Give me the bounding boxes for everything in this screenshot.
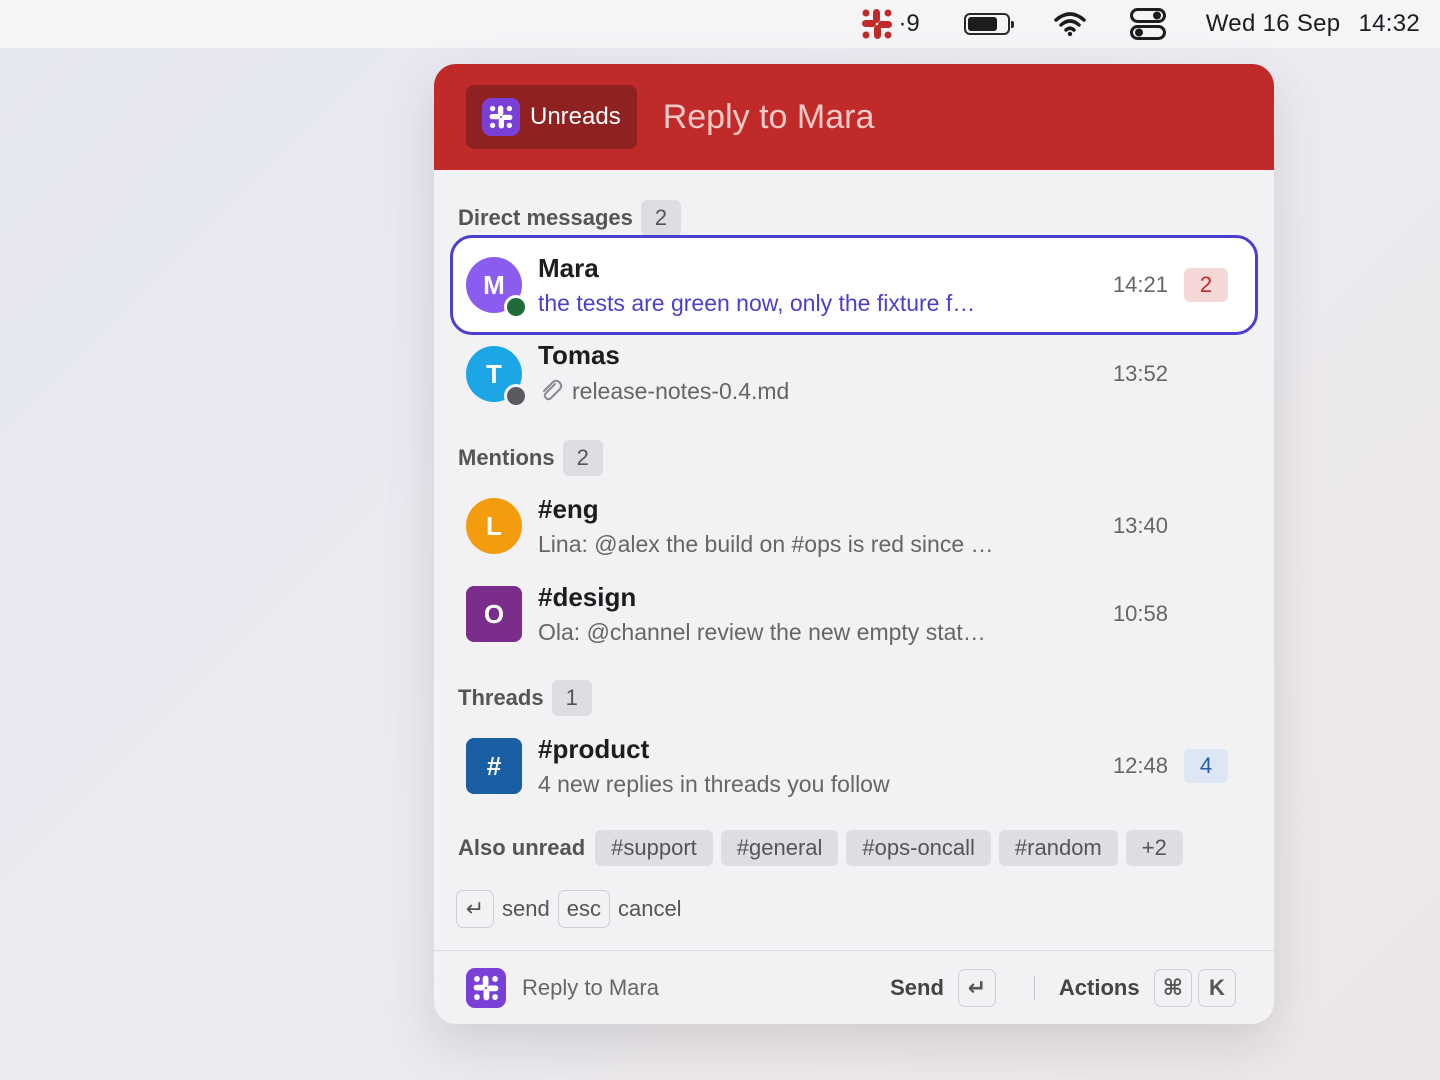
paperclip-icon bbox=[538, 377, 564, 409]
slack-app-icon bbox=[466, 967, 506, 1008]
control-center-icon[interactable] bbox=[1129, 8, 1166, 40]
tag-ops-oncall[interactable]: #ops-oncall bbox=[846, 830, 991, 866]
list-item-eng[interactable]: L #eng Lina: @alex the build on #ops is … bbox=[450, 476, 1258, 576]
presence-dot bbox=[504, 295, 528, 319]
avatar: # bbox=[466, 738, 522, 794]
esc-key: esc bbox=[557, 890, 610, 928]
slack-app-icon bbox=[482, 98, 520, 136]
cmd-key: ⌘ bbox=[1153, 968, 1192, 1007]
footer-title: Reply to Mara bbox=[522, 974, 659, 1000]
row-time: 10:58 bbox=[1112, 601, 1168, 626]
cancel-hint: cancel bbox=[617, 896, 682, 921]
also-unread-label: Also unread bbox=[458, 835, 586, 860]
enter-key: ↵ bbox=[456, 890, 494, 928]
section-count: 1 bbox=[551, 680, 592, 716]
avatar: O bbox=[466, 586, 522, 642]
list-item-product[interactable]: # #product 4 new replies in threads you … bbox=[450, 716, 1258, 816]
battery-icon[interactable] bbox=[963, 13, 1014, 35]
enter-key: ↵ bbox=[957, 968, 996, 1007]
avatar: L bbox=[466, 498, 522, 554]
section-label: Mentions bbox=[458, 445, 555, 470]
unreads-chip-label: Unreads bbox=[530, 103, 621, 130]
unreads-chip[interactable]: Unreads bbox=[466, 85, 637, 149]
also-unread: Also unread #support #general #ops-oncal… bbox=[458, 830, 1183, 866]
section-label: Direct messages bbox=[458, 205, 633, 230]
divider bbox=[1033, 975, 1035, 1000]
actions-button[interactable]: Actions ⌘ K bbox=[1059, 968, 1274, 1007]
list-item-tomas[interactable]: T Tomas release-notes-0.4.md 13:52 bbox=[450, 324, 1258, 424]
wifi-icon[interactable] bbox=[1054, 11, 1086, 37]
tag-more[interactable]: +2 bbox=[1125, 830, 1183, 866]
panel-title: Reply to Mara bbox=[662, 97, 875, 136]
keyboard-hints: ↵ send esc cancel bbox=[456, 890, 682, 928]
section-count: 2 bbox=[562, 440, 603, 476]
k-key: K bbox=[1198, 968, 1236, 1007]
slack-unread-count: ·9 bbox=[898, 10, 920, 37]
menubar-slack-item[interactable]: ·9 bbox=[860, 7, 920, 41]
row-time: 13:40 bbox=[1112, 513, 1168, 538]
section-mentions: Mentions 2 bbox=[458, 440, 603, 476]
tag-random[interactable]: #random bbox=[998, 830, 1118, 866]
unread-badge: 2 bbox=[1184, 268, 1228, 302]
panel-footer: Reply to Mara Send ↵ Actions ⌘ K bbox=[434, 950, 1274, 1024]
avatar: M bbox=[466, 257, 528, 319]
send-hint: send bbox=[502, 896, 550, 921]
unread-badge: 4 bbox=[1184, 749, 1228, 783]
section-label: Threads bbox=[458, 685, 544, 710]
menubar-date[interactable]: Wed 16 Sep bbox=[1206, 10, 1341, 38]
menu-bar: ·9 Wed 16 Sep 14:32 bbox=[0, 0, 1440, 48]
list-item-design[interactable]: O #design Ola: @channel review the new e… bbox=[450, 564, 1258, 664]
unreads-panel: Unreads Reply to Mara Direct messages 2 … bbox=[434, 64, 1274, 1024]
list-item-mara[interactable]: M Mara the tests are green now, only the… bbox=[450, 235, 1258, 335]
row-time: 13:52 bbox=[1112, 361, 1168, 386]
tag-support[interactable]: #support bbox=[595, 830, 713, 866]
section-count: 2 bbox=[640, 200, 682, 236]
tag-general[interactable]: #general bbox=[720, 830, 839, 866]
menubar-time[interactable]: 14:32 bbox=[1358, 10, 1420, 38]
row-time: 12:48 bbox=[1112, 753, 1168, 778]
send-button[interactable]: Send ↵ bbox=[890, 968, 996, 1007]
row-time: 14:21 bbox=[1112, 272, 1168, 297]
avatar: T bbox=[466, 346, 528, 408]
slack-icon bbox=[862, 9, 893, 39]
presence-dot bbox=[504, 384, 528, 408]
panel-header: Unreads Reply to Mara bbox=[434, 64, 1274, 170]
section-threads: Threads 1 bbox=[458, 680, 592, 716]
section-direct-messages: Direct messages 2 bbox=[458, 200, 682, 236]
